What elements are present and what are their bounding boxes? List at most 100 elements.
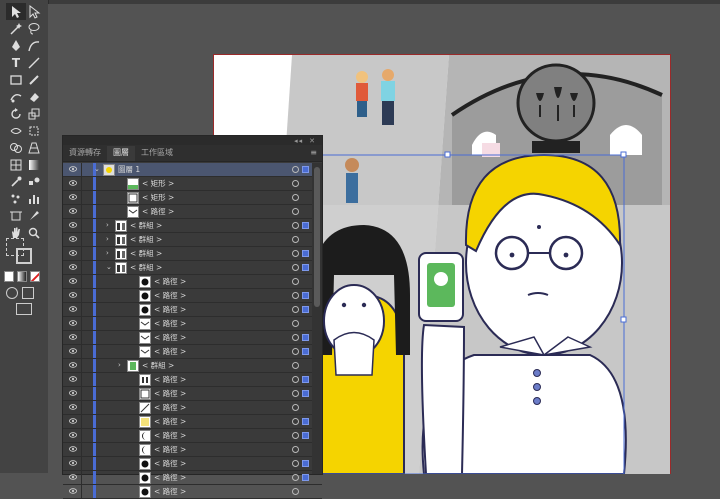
column-graph-tool-icon[interactable] <box>24 190 44 207</box>
visibility-eye-icon[interactable] <box>69 278 77 284</box>
eraser-tool-icon[interactable] <box>24 88 44 105</box>
magic-wand-tool-icon[interactable] <box>6 20 26 37</box>
visibility-eye-icon[interactable] <box>69 166 77 172</box>
sublayer-row[interactable]: < 路徑 > <box>63 401 322 415</box>
lock-column[interactable] <box>81 429 82 442</box>
slice-tool-icon[interactable] <box>24 207 44 224</box>
panel-collapse-grip[interactable]: ◂◂ ✕ <box>63 136 322 145</box>
sublayer-row[interactable]: < 路徑 > <box>63 289 322 303</box>
rotate-tool-icon[interactable] <box>6 105 26 122</box>
layer-name[interactable]: 圖層 1 <box>118 164 140 175</box>
layer-row[interactable]: ⌄ 圖層 1 <box>63 163 322 177</box>
shaper-tool-icon[interactable] <box>6 88 26 105</box>
chevron-down-icon[interactable]: ⌄ <box>106 263 112 271</box>
close-panel-icon[interactable]: ✕ <box>309 137 316 145</box>
layer-name[interactable]: < 路徑 > <box>154 374 186 385</box>
lock-column[interactable] <box>81 191 82 204</box>
selection-tool-icon[interactable] <box>6 3 26 20</box>
sublayer-row[interactable]: < 路徑 > <box>63 429 322 443</box>
sublayer-row[interactable]: < 路徑 > <box>63 415 322 429</box>
layers-scrollbar[interactable] <box>312 163 322 474</box>
mesh-tool-icon[interactable] <box>6 156 26 173</box>
scale-tool-icon[interactable] <box>24 105 44 122</box>
target-circle-icon[interactable] <box>292 334 299 341</box>
sublayer-row[interactable]: < 路徑 > <box>63 345 322 359</box>
line-tool-icon[interactable] <box>24 54 44 71</box>
collapse-icon[interactable]: ◂◂ <box>294 137 303 145</box>
lock-column[interactable] <box>81 289 82 302</box>
lock-column[interactable] <box>81 457 82 470</box>
artboard-tool-icon[interactable] <box>6 207 26 224</box>
layer-name[interactable]: < 路徑 > <box>154 318 186 329</box>
direct-selection-tool-icon[interactable] <box>24 3 44 20</box>
layer-name[interactable]: < 路徑 > <box>154 486 186 497</box>
visibility-eye-icon[interactable] <box>69 208 77 214</box>
target-circle-icon[interactable] <box>292 194 299 201</box>
target-circle-icon[interactable] <box>292 404 299 411</box>
layer-name[interactable]: < 路徑 > <box>154 276 186 287</box>
layer-name[interactable]: < 路徑 > <box>154 416 186 427</box>
chevron-right-icon[interactable]: › <box>118 361 121 369</box>
visibility-eye-icon[interactable] <box>69 446 77 452</box>
sublayer-row[interactable]: < 路徑 > <box>63 387 322 401</box>
sublayer-row[interactable]: < 路徑 > <box>63 331 322 345</box>
sublayer-row[interactable]: < 路徑 > <box>63 317 322 331</box>
visibility-eye-icon[interactable] <box>69 320 77 326</box>
selection-indicator[interactable] <box>302 418 309 425</box>
sublayer-row[interactable]: < 路徑 > <box>63 373 322 387</box>
layer-name[interactable]: < 路徑 > <box>142 206 174 217</box>
sublayer-row[interactable]: < 路徑 > <box>63 457 322 471</box>
layer-name[interactable]: < 路徑 > <box>154 458 186 469</box>
panel-menu-icon[interactable]: ≡ <box>310 148 317 157</box>
selection-indicator[interactable] <box>302 250 309 257</box>
selection-indicator[interactable] <box>302 334 309 341</box>
selection-indicator[interactable] <box>302 222 309 229</box>
layer-name[interactable]: < 矩形 > <box>142 192 174 203</box>
lock-column[interactable] <box>81 345 82 358</box>
sublayer-row[interactable]: < 路徑 > <box>63 485 322 499</box>
shape-builder-tool-icon[interactable] <box>6 139 26 156</box>
visibility-eye-icon[interactable] <box>69 180 77 186</box>
layer-name[interactable]: < 路徑 > <box>154 290 186 301</box>
fill-stroke-swatches[interactable] <box>6 238 36 266</box>
sublayer-row[interactable]: › < 群組 > <box>63 233 322 247</box>
chevron-right-icon[interactable]: › <box>106 249 109 257</box>
target-circle-icon[interactable] <box>292 292 299 299</box>
sublayer-row[interactable]: < 矩形 > <box>63 191 322 205</box>
layer-name[interactable]: < 矩形 > <box>142 178 174 189</box>
lock-column[interactable] <box>81 247 82 260</box>
lock-column[interactable] <box>81 275 82 288</box>
layer-name[interactable]: < 路徑 > <box>154 332 186 343</box>
gradient-tool-icon[interactable] <box>24 156 44 173</box>
selection-indicator[interactable] <box>302 292 309 299</box>
tab-asset-export[interactable]: 資源轉存 <box>63 146 107 161</box>
lock-column[interactable] <box>81 359 82 372</box>
color-mode-icon[interactable] <box>4 271 14 282</box>
selection-indicator[interactable] <box>302 306 309 313</box>
layer-name[interactable]: < 群組 > <box>130 220 162 231</box>
lock-column[interactable] <box>81 261 82 274</box>
layer-name[interactable]: < 群組 > <box>142 360 174 371</box>
target-circle-icon[interactable] <box>292 348 299 355</box>
selection-indicator[interactable] <box>302 264 309 271</box>
chevron-right-icon[interactable]: › <box>106 221 109 229</box>
paintbrush-tool-icon[interactable] <box>24 71 44 88</box>
pen-tool-icon[interactable] <box>6 37 26 54</box>
chevron-right-icon[interactable]: › <box>106 235 109 243</box>
lock-column[interactable] <box>81 163 82 176</box>
target-circle-icon[interactable] <box>292 320 299 327</box>
target-circle-icon[interactable] <box>292 222 299 229</box>
layer-name[interactable]: < 群組 > <box>130 262 162 273</box>
lock-column[interactable] <box>81 401 82 414</box>
visibility-eye-icon[interactable] <box>69 292 77 298</box>
layer-name[interactable]: < 路徑 > <box>154 430 186 441</box>
target-circle-icon[interactable] <box>292 264 299 271</box>
visibility-eye-icon[interactable] <box>69 362 77 368</box>
sublayer-row[interactable]: < 路徑 > <box>63 205 322 219</box>
target-circle-icon[interactable] <box>292 488 299 495</box>
selection-indicator[interactable] <box>302 348 309 355</box>
type-tool-icon[interactable]: T <box>6 54 26 71</box>
lock-column[interactable] <box>81 485 82 498</box>
visibility-eye-icon[interactable] <box>69 418 77 424</box>
target-circle-icon[interactable] <box>292 208 299 215</box>
